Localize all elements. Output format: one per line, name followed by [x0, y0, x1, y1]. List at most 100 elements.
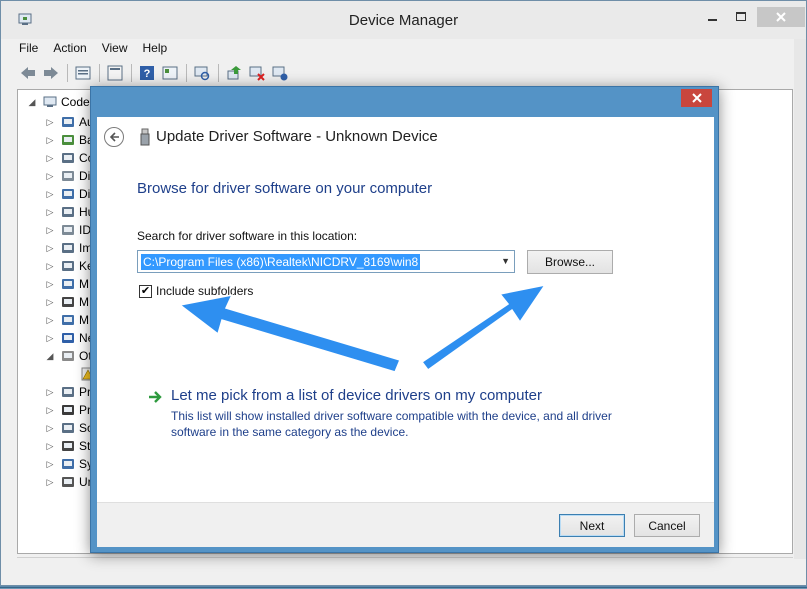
tree-root[interactable]: ◢ CodeL — [26, 93, 97, 111]
update-driver-dialog: Update Driver Software - Unknown Device … — [90, 86, 719, 553]
tree-item[interactable]: ▷ So — [44, 419, 94, 437]
dialog-close-button[interactable] — [681, 89, 712, 107]
expand-icon[interactable]: ▷ — [44, 296, 56, 308]
tree-item-label: Di — [79, 169, 91, 183]
tree-item[interactable]: ▷ Au — [44, 113, 94, 131]
expand-icon[interactable]: ▷ — [44, 188, 56, 200]
tree-item[interactable]: ▷ Di — [44, 185, 91, 203]
minimize-icon — [708, 19, 717, 21]
tree-item[interactable]: ▷ St — [44, 437, 91, 455]
chevron-down-icon[interactable]: ▼ — [501, 256, 510, 266]
tree-item[interactable]: ▷ ID — [44, 221, 91, 239]
next-button[interactable]: Next — [559, 514, 625, 537]
battery-icon — [60, 132, 76, 148]
driver-path-value[interactable]: C:\Program Files (x86)\Realtek\NICDRV_81… — [141, 253, 421, 270]
sound-icon — [60, 420, 76, 436]
include-subfolders-label[interactable]: Include subfolders — [156, 284, 253, 298]
driver-path-combobox[interactable]: C:\Program Files (x86)\Realtek\NICDRV_81… — [137, 250, 515, 273]
collapse-icon[interactable]: ◢ — [26, 96, 38, 108]
usb-device-icon — [140, 128, 150, 146]
tree-item[interactable]: ▷ Ne — [44, 329, 95, 347]
tree-item[interactable]: ◢ Ot — [44, 347, 92, 365]
tree-item[interactable]: ▷ Hu — [44, 203, 95, 221]
browse-button[interactable]: Browse... — [527, 250, 613, 274]
cancel-button[interactable]: Cancel — [634, 514, 700, 537]
search-location-label: Search for driver software in this locat… — [137, 229, 358, 243]
back-icon[interactable] — [19, 64, 37, 82]
expand-icon[interactable]: ▷ — [44, 314, 56, 326]
expand-icon[interactable]: ▷ — [44, 404, 56, 416]
expand-icon[interactable]: ▷ — [44, 458, 56, 470]
toolbar-separator — [99, 64, 100, 82]
tree-item[interactable]: ▷ Sy — [44, 455, 93, 473]
view-icon[interactable] — [161, 64, 179, 82]
expand-icon[interactable]: ▷ — [44, 386, 56, 398]
menu-file[interactable]: File — [19, 39, 38, 59]
minimize-button[interactable] — [701, 7, 725, 27]
expand-icon[interactable]: ▷ — [44, 134, 56, 146]
close-button[interactable] — [757, 7, 805, 27]
disable-icon[interactable] — [248, 64, 266, 82]
expand-icon[interactable]: ▷ — [44, 206, 56, 218]
collapse-icon[interactable]: ◢ — [44, 350, 56, 362]
tree-item-label: M — [79, 277, 89, 291]
uninstall-icon[interactable] — [271, 64, 289, 82]
tree-item[interactable]: ▷ Pr — [44, 383, 91, 401]
tree-item[interactable]: ▷ Ur — [44, 473, 92, 491]
expand-icon[interactable]: ▷ — [44, 116, 56, 128]
expand-icon[interactable]: ▷ — [44, 224, 56, 236]
title-bar[interactable]: Device Manager — [1, 1, 806, 39]
pick-from-list-title[interactable]: Let me pick from a list of device driver… — [171, 387, 542, 404]
expand-icon[interactable]: ▷ — [44, 440, 56, 452]
monitor-icon — [60, 312, 76, 328]
expand-icon[interactable]: ▷ — [44, 476, 56, 488]
include-subfolders-checkbox[interactable]: ✔ — [139, 284, 152, 298]
close-icon — [776, 12, 786, 22]
printer-icon — [60, 384, 76, 400]
menu-action[interactable]: Action — [53, 39, 86, 59]
processor-icon — [60, 402, 76, 418]
dialog-footer: Next Cancel — [97, 502, 714, 547]
system-icon — [60, 456, 76, 472]
tree-item[interactable]: ▷ M — [44, 275, 89, 293]
expand-icon[interactable]: ▷ — [44, 278, 56, 290]
menu-help[interactable]: Help — [143, 39, 168, 59]
tree-item[interactable]: ▷ Ba — [44, 131, 94, 149]
help-icon[interactable]: ? — [138, 64, 156, 82]
properties-icon[interactable] — [74, 64, 92, 82]
dialog-header: Update Driver Software - Unknown Device — [97, 117, 714, 157]
audio-icon — [60, 114, 76, 130]
back-button[interactable] — [104, 127, 124, 147]
ide-icon — [60, 222, 76, 238]
scan-icon[interactable] — [193, 64, 211, 82]
tree-item-label: M — [79, 295, 89, 309]
expand-icon[interactable]: ▷ — [44, 332, 56, 344]
expand-icon[interactable]: ▷ — [44, 260, 56, 272]
vertical-scrollbar[interactable] — [794, 39, 806, 559]
tree-item[interactable]: ▷ Ke — [44, 257, 94, 275]
expand-icon[interactable]: ▷ — [44, 152, 56, 164]
tree-item[interactable]: ▷ Pr — [44, 401, 91, 419]
toolbar-separator — [218, 64, 219, 82]
svg-text:?: ? — [144, 68, 151, 80]
expand-icon[interactable]: ▷ — [44, 170, 56, 182]
tree-item[interactable]: ▷ Co — [44, 149, 95, 167]
window-title: Device Manager — [348, 12, 459, 29]
maximize-button[interactable] — [729, 7, 753, 27]
computer-icon — [60, 150, 76, 166]
tree-item[interactable]: ▷ M — [44, 311, 89, 329]
include-subfolders-option[interactable]: ✔ Include subfolders — [139, 284, 253, 298]
tree-item[interactable]: ▷ Di — [44, 167, 91, 185]
tree-item[interactable]: ▷ Im — [44, 239, 93, 257]
tree-item[interactable]: ▷ M — [44, 293, 89, 311]
expand-icon[interactable]: ▷ — [44, 422, 56, 434]
update-driver-icon[interactable] — [225, 64, 243, 82]
pick-from-list-link[interactable]: Let me pick from a list of device driver… — [147, 387, 542, 405]
console-icon[interactable] — [106, 64, 124, 82]
tree-item-label: Di — [79, 187, 91, 201]
expand-icon[interactable]: ▷ — [44, 242, 56, 254]
menu-view[interactable]: View — [102, 39, 128, 59]
forward-icon[interactable] — [42, 64, 60, 82]
memory-icon — [60, 276, 76, 292]
